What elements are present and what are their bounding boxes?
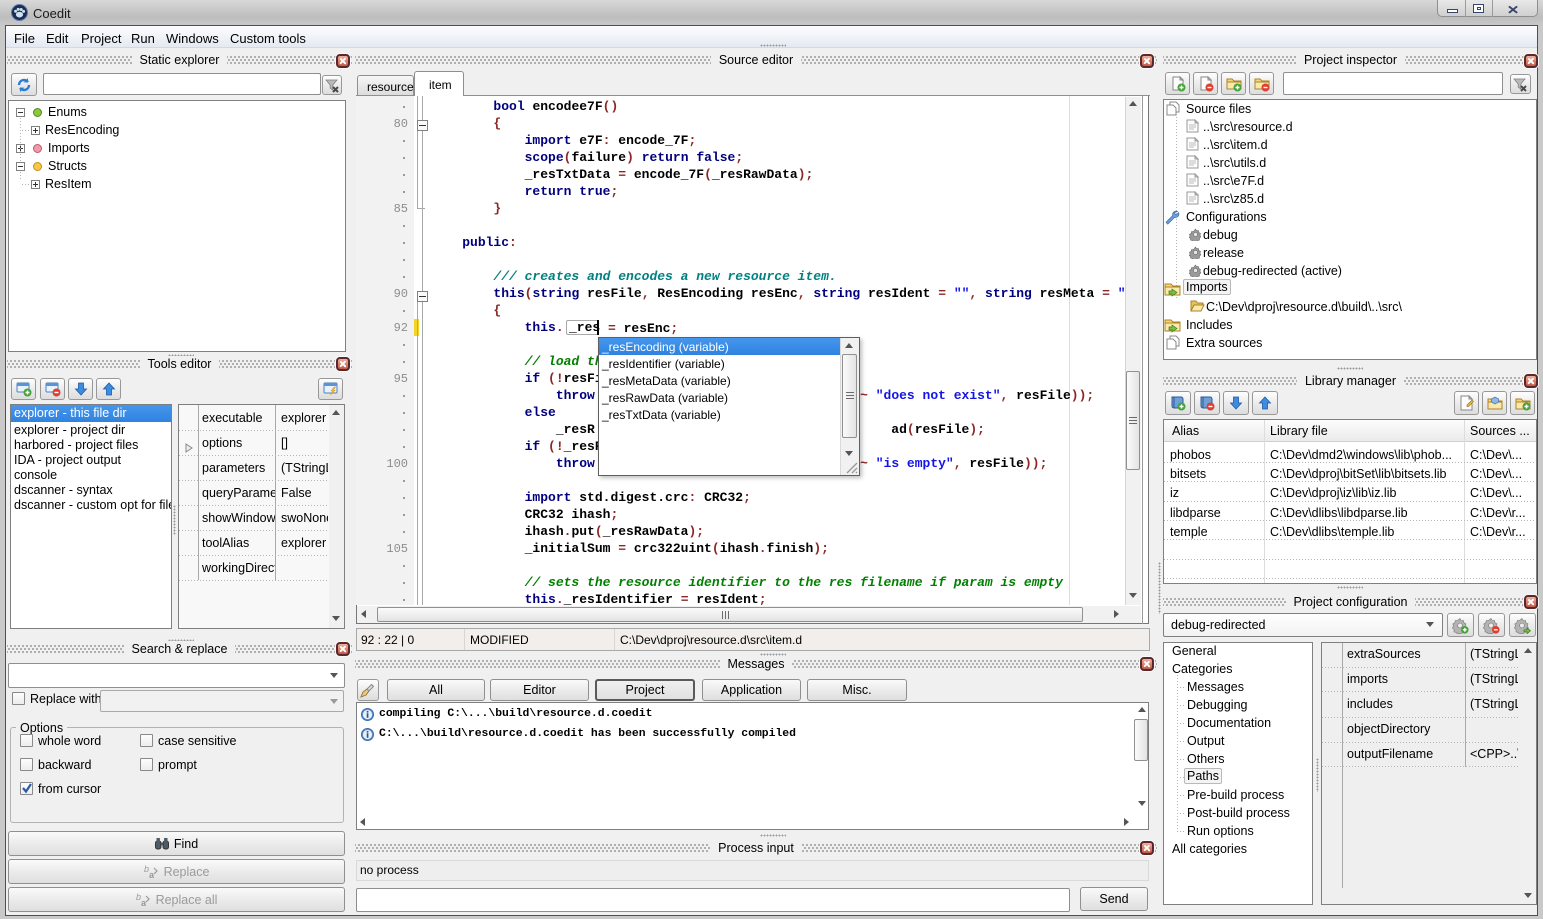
svg-text:a: a <box>149 870 155 879</box>
svg-text:a: a <box>141 898 147 907</box>
